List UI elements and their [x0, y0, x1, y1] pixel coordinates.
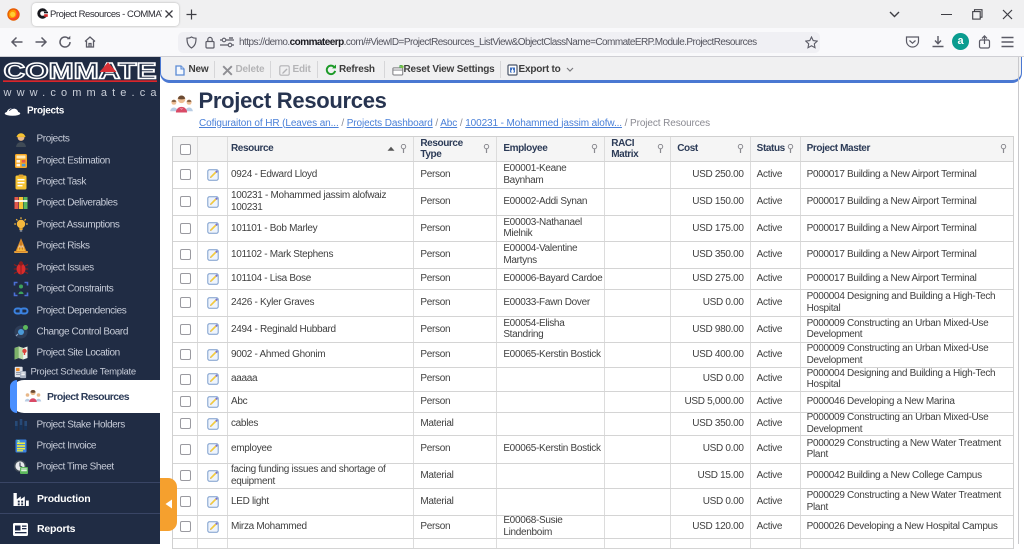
svg-text:COMMATE: COMMATE	[4, 59, 157, 84]
svg-text:www.commate.ca: www.commate.ca	[3, 87, 158, 99]
